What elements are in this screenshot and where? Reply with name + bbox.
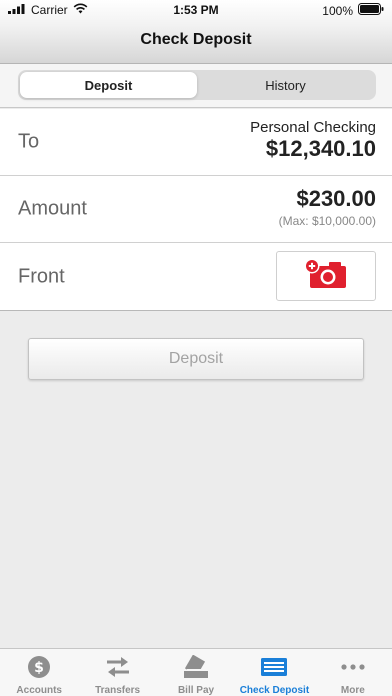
to-label: To xyxy=(18,130,40,153)
status-right: 100% xyxy=(322,3,384,18)
check-deposit-icon xyxy=(260,655,288,679)
tab-bill-pay[interactable]: Bill Pay xyxy=(157,649,235,696)
bill-pay-icon xyxy=(182,655,210,679)
status-bar: Carrier 1:53 PM 100% xyxy=(0,0,392,20)
tab-bar: $ Accounts Transfers Bill Pay Check Depo… xyxy=(0,648,392,696)
add-camera-icon xyxy=(304,258,348,295)
tab-transfers-label: Transfers xyxy=(95,685,141,696)
amount-label: Amount xyxy=(18,197,87,220)
tab-check-deposit[interactable]: Check Deposit xyxy=(235,649,313,696)
tab-accounts[interactable]: $ Accounts xyxy=(0,649,78,696)
tab-bill-pay-label: Bill Pay xyxy=(177,685,215,696)
more-dots-icon xyxy=(340,655,366,679)
to-account-info: Personal Checking $12,340.10 xyxy=(250,119,376,162)
segment-bar: Deposit History xyxy=(0,64,392,108)
max-amount-note: (Max: $10,000.00) xyxy=(278,214,376,228)
deposit-button[interactable]: Deposit xyxy=(28,338,364,380)
deposit-form: To Personal Checking $12,340.10 Amount $… xyxy=(0,109,392,311)
transfer-arrows-icon xyxy=(105,655,131,679)
front-row: Front xyxy=(0,243,392,310)
navigation-header: Carrier 1:53 PM 100% Check Deposit xyxy=(0,0,392,64)
battery-icon xyxy=(358,3,384,18)
tab-transfers[interactable]: Transfers xyxy=(78,649,156,696)
tab-accounts-label: Accounts xyxy=(16,685,62,696)
account-balance: $12,340.10 xyxy=(265,136,376,161)
front-label: Front xyxy=(18,265,65,287)
battery-percent: 100% xyxy=(322,3,353,18)
to-account-row[interactable]: To Personal Checking $12,340.10 xyxy=(0,109,392,176)
segment-history[interactable]: History xyxy=(197,72,374,98)
tab-more-label: More xyxy=(340,685,365,696)
amount-row[interactable]: Amount $230.00 (Max: $10,000.00) xyxy=(0,176,392,243)
tab-more[interactable]: More xyxy=(314,649,392,696)
page-title: Check Deposit xyxy=(140,31,252,48)
amount-info: $230.00 (Max: $10,000.00) xyxy=(279,186,376,228)
dollar-coin-icon: $ xyxy=(27,655,51,679)
segment-deposit[interactable]: Deposit xyxy=(20,72,197,98)
segmented-control: Deposit History xyxy=(18,70,376,100)
amount-value: $230.00 xyxy=(296,186,376,211)
account-name: Personal Checking xyxy=(250,119,376,136)
svg-text:$: $ xyxy=(34,660,44,676)
front-capture-button[interactable] xyxy=(276,251,376,301)
tab-check-deposit-label: Check Deposit xyxy=(239,685,310,696)
